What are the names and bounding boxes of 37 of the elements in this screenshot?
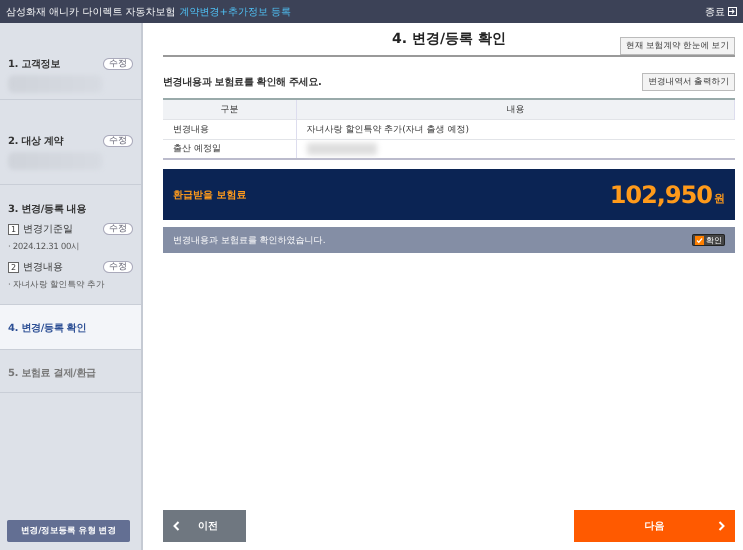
column-header: 내용 — [296, 99, 734, 119]
previous-button[interactable]: 이전 — [163, 510, 246, 542]
step-number: 2 — [8, 262, 19, 273]
instruction-text: 변경내용과 보험료를 확인해 주세요. — [163, 76, 322, 89]
table-cell: 자녀사랑 할인특약 추가(자녀 출생 예정) — [296, 119, 734, 139]
substep-label[interactable]: 변경기준일 — [23, 224, 73, 235]
confirm-checkbox[interactable]: 확인 — [692, 234, 725, 246]
close-link[interactable]: 종료 — [705, 4, 725, 18]
edit-button[interactable]: 수정 — [103, 135, 133, 147]
sidebar-item[interactable]: 3. 변경/등록 내용 — [8, 202, 86, 216]
confirm-text: 변경내용과 보험료를 확인하였습니다. — [173, 234, 326, 246]
page-subtitle: 계약변경+추가정보 등록 — [180, 6, 292, 18]
check-icon — [696, 236, 703, 244]
change-type-button[interactable]: 변경/정보등록 유형 변경 — [7, 520, 130, 542]
currency-unit: 원 — [714, 191, 725, 206]
page-title: 4. 변경/등록 확인 — [392, 30, 506, 48]
chevron-right-icon — [718, 521, 725, 531]
chevron-left-icon — [173, 521, 180, 531]
table-cell: 변경내용 — [163, 119, 296, 139]
edit-button[interactable]: 수정 — [103, 58, 133, 70]
substep-detail: · 2024.12.31 00시 — [8, 241, 81, 253]
step-number: 1 — [8, 224, 19, 235]
sidebar-item[interactable]: 4. 변경/등록 확인 — [0, 305, 141, 350]
substep-detail: · 자녀사랑 할인특약 추가 — [8, 279, 106, 291]
print-button[interactable]: 변경내역서 출력하기 — [642, 73, 735, 91]
refund-label: 환급받을 보험료 — [173, 188, 246, 202]
column-header: 구분 — [163, 99, 296, 119]
sidebar-item[interactable]: 1. 고객정보 — [8, 57, 60, 71]
substep-label[interactable]: 변경내용 — [23, 262, 63, 273]
view-contract-button[interactable]: 현재 보험계약 한눈에 보기 — [620, 37, 735, 55]
app-title: 삼성화재 애니카 다이렉트 자동차보험 — [6, 6, 176, 18]
refund-amount: 102,950 — [610, 180, 712, 208]
sidebar-item[interactable]: 2. 대상 계약 — [8, 134, 64, 148]
edit-button[interactable]: 수정 — [103, 261, 133, 273]
edit-button[interactable]: 수정 — [103, 223, 133, 235]
exit-icon[interactable] — [728, 7, 737, 16]
table-cell: 출산 예정일 — [163, 139, 296, 159]
